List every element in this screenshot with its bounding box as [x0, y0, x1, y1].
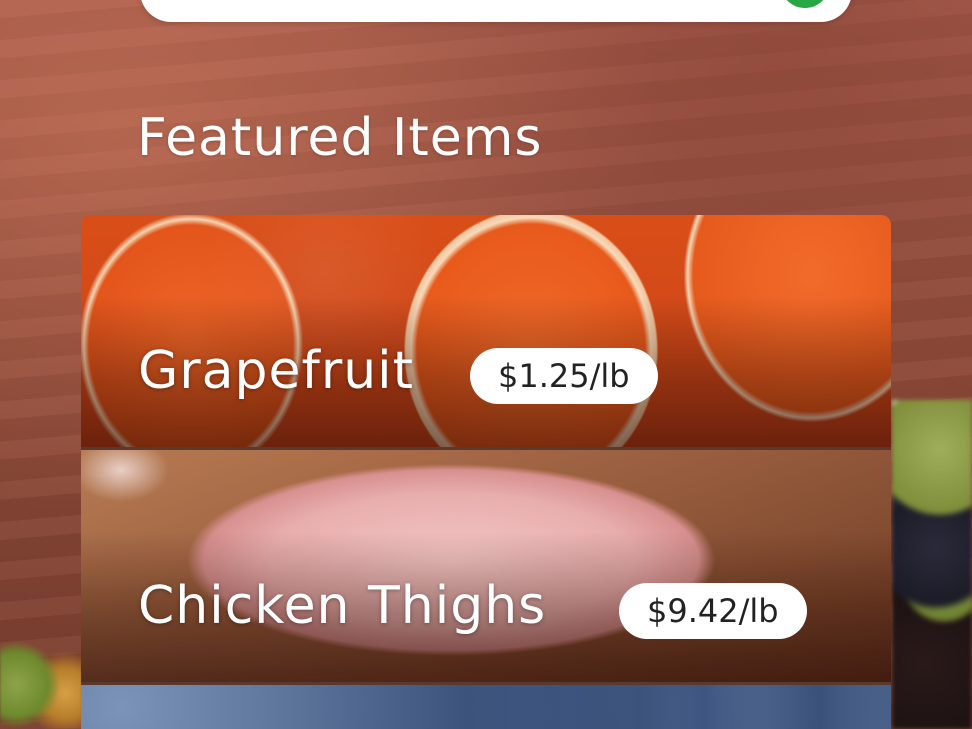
background-produce-left: [0, 640, 82, 729]
item-name: Grapefruit: [138, 341, 415, 401]
item-name: Chicken Thighs: [138, 576, 547, 636]
featured-item-grapefruit[interactable]: Grapefruit $1.25/lb: [81, 215, 891, 447]
price-badge: $1.25/lb: [470, 348, 658, 404]
featured-item-blueberries[interactable]: [81, 685, 891, 729]
featured-items-list: Grapefruit $1.25/lb Chicken Thighs $9.42…: [81, 215, 891, 729]
featured-items-title: Featured Items: [137, 108, 543, 168]
blueberries-image: [81, 685, 891, 729]
search-bar[interactable]: [140, 0, 852, 22]
featured-item-chicken-thighs[interactable]: Chicken Thighs $9.42/lb: [81, 450, 891, 682]
price-badge: $9.42/lb: [619, 583, 807, 639]
search-submit-icon[interactable]: [780, 0, 830, 8]
background-produce-right: [892, 400, 972, 729]
